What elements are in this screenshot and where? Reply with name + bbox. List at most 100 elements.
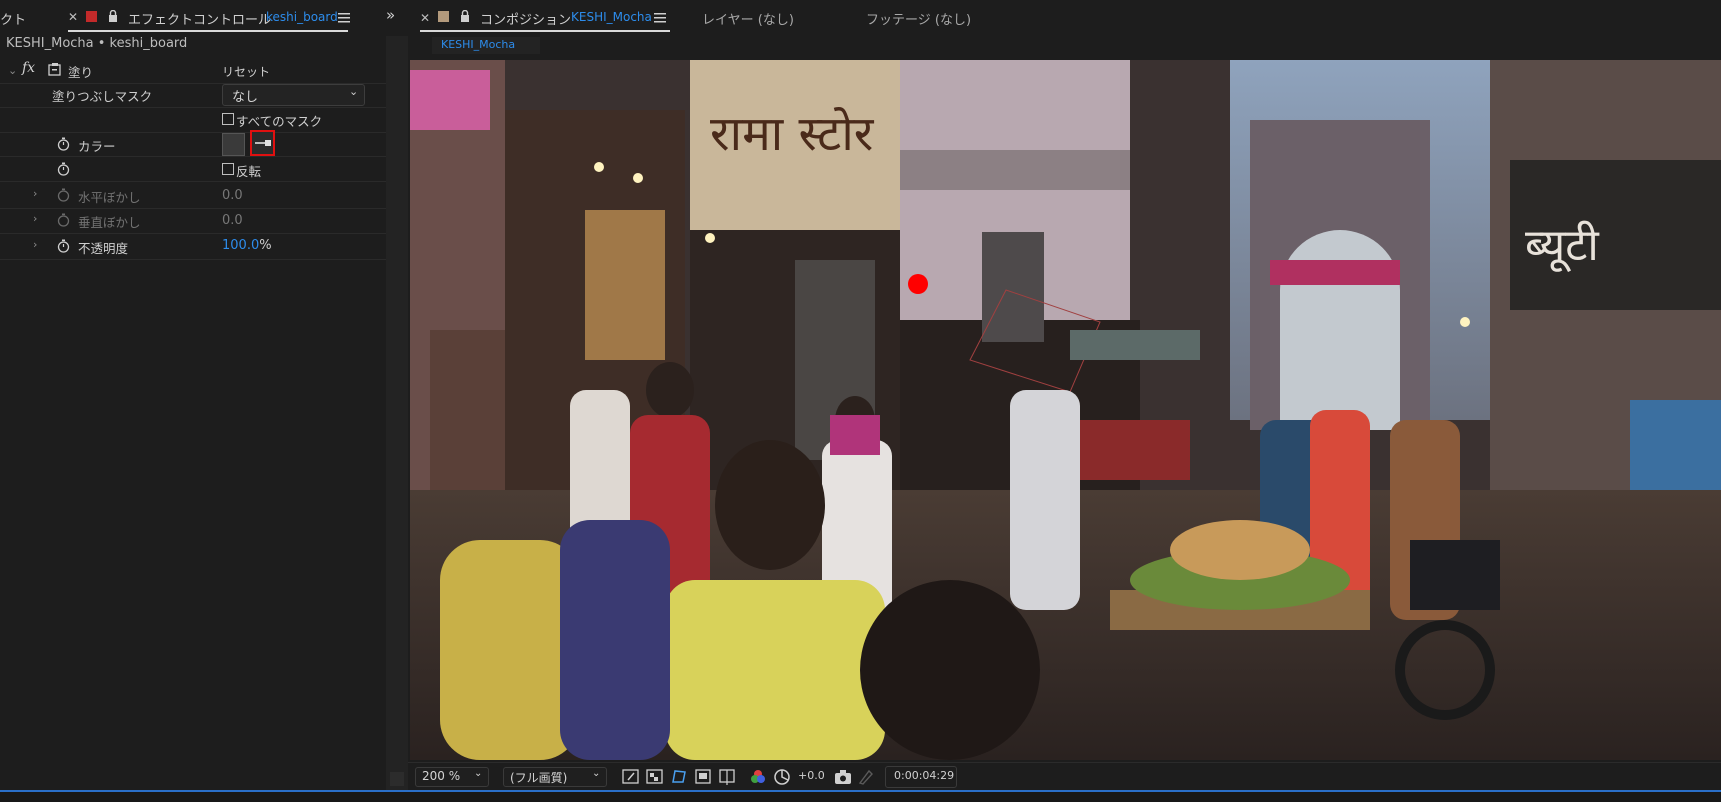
horizontal-blur-value[interactable]: 0.0 bbox=[222, 188, 243, 203]
person-head bbox=[646, 362, 694, 418]
vertical-blur-value[interactable]: 0.0 bbox=[222, 213, 243, 228]
left-panel-scrollbar[interactable] bbox=[386, 36, 408, 790]
lock-icon[interactable] bbox=[460, 10, 470, 22]
effect-name-label: 塗り bbox=[68, 65, 94, 80]
fill-mask-value: なし bbox=[232, 90, 259, 105]
layer-tab[interactable]: レイヤー (なし) bbox=[702, 9, 794, 28]
effect-controls-layer-name[interactable]: keshi_board bbox=[266, 10, 338, 24]
lock-icon[interactable] bbox=[108, 10, 118, 22]
reset-link[interactable]: リセット bbox=[222, 63, 270, 80]
panel-menu-icon[interactable] bbox=[654, 13, 666, 23]
invert-checkbox[interactable] bbox=[222, 163, 234, 175]
light-bulb bbox=[1460, 317, 1470, 327]
show-snapshot-icon[interactable] bbox=[857, 768, 875, 786]
close-tab-icon[interactable]: ✕ bbox=[420, 11, 430, 25]
effect-preset-icon bbox=[48, 63, 61, 76]
motorbike-body bbox=[1410, 540, 1500, 610]
fill-mask-label: 塗りつぶしマスク bbox=[52, 89, 153, 104]
chevron-down-icon: ⌄ bbox=[474, 768, 483, 779]
close-tab-icon[interactable]: ✕ bbox=[68, 10, 78, 24]
blurred-person-blue bbox=[560, 520, 670, 760]
viewer-toolbar: 200 % ⌄ (フル画質) ⌄ +0.0 0:00:04:29 bbox=[408, 762, 1721, 791]
horizontal-blur-label: 水平ぼかし bbox=[78, 190, 141, 205]
horizontal-blur-row: › 水平ぼかし 0.0 bbox=[0, 183, 386, 209]
effect-color-label-icon bbox=[86, 11, 97, 22]
light-bulb bbox=[705, 233, 715, 243]
stopwatch-icon[interactable] bbox=[57, 188, 70, 202]
effect-controls-tab-bar: クト ✕ エフェクトコントロール keshi_board » bbox=[0, 0, 395, 36]
timecode-field[interactable]: 0:00:04:29 bbox=[885, 766, 957, 788]
reset-exposure-icon[interactable] bbox=[773, 768, 791, 786]
eyedropper-button[interactable] bbox=[250, 130, 275, 156]
opacity-value-group: 100.0% bbox=[222, 238, 272, 253]
foreground-head-right bbox=[860, 580, 1040, 760]
channel-rgb-icon[interactable] bbox=[749, 768, 767, 786]
color-label: カラー bbox=[78, 139, 116, 154]
keshi-board bbox=[982, 232, 1044, 342]
fruit-pile-top bbox=[1170, 520, 1310, 580]
resolution-select[interactable]: (フル画質) ⌄ bbox=[503, 767, 607, 787]
invert-row: 反転 bbox=[0, 157, 386, 182]
camera-snapshot-icon[interactable] bbox=[834, 768, 852, 786]
stopwatch-icon[interactable] bbox=[57, 213, 70, 227]
rickshaw-canopy bbox=[1070, 330, 1200, 360]
sign-lettering: रामा स्टोर bbox=[710, 106, 875, 162]
chevron-down-icon: ⌄ bbox=[592, 768, 601, 779]
composition-viewer[interactable]: रामा स्टोर ब्यूटी bbox=[410, 60, 1721, 760]
red-marker bbox=[908, 274, 928, 294]
opacity-label: 不透明度 bbox=[78, 241, 129, 256]
partial-project-tab[interactable]: クト bbox=[0, 9, 26, 28]
fill-mask-dropdown[interactable]: なし ⌄ bbox=[222, 84, 365, 106]
color-swatch[interactable] bbox=[222, 133, 245, 156]
expand-chevron-icon[interactable]: › bbox=[33, 187, 37, 200]
mask-path-visibility-icon[interactable] bbox=[670, 768, 688, 786]
stopwatch-icon[interactable] bbox=[57, 137, 70, 151]
light-bulb bbox=[594, 162, 604, 172]
expand-chevron-icon[interactable]: › bbox=[33, 238, 37, 251]
active-tab-underline bbox=[68, 30, 348, 32]
composition-subtab-label: KESHI_Mocha bbox=[441, 38, 516, 51]
fx-icon[interactable]: fx bbox=[22, 60, 35, 76]
zoom-value: 200 % bbox=[422, 769, 461, 783]
composition-name[interactable]: KESHI_Mocha bbox=[571, 10, 652, 24]
composition-tab-label[interactable]: コンポジション bbox=[480, 9, 571, 28]
composition-subtab[interactable]: KESHI_Mocha bbox=[432, 37, 540, 54]
pink-sign bbox=[410, 70, 490, 130]
collapse-effect-chevron-icon[interactable]: ⌄ bbox=[8, 64, 17, 77]
all-masks-checkbox[interactable] bbox=[222, 113, 234, 125]
person-striped-shirt bbox=[1010, 390, 1080, 610]
color-row: カラー bbox=[0, 132, 386, 157]
pink-scarf bbox=[830, 415, 880, 455]
vertical-blur-label: 垂直ぼかし bbox=[78, 215, 141, 230]
expand-chevron-icon[interactable]: › bbox=[33, 212, 37, 225]
exposure-value[interactable]: +0.0 bbox=[798, 769, 825, 782]
effect-controls-tab-label[interactable]: エフェクトコントロール bbox=[128, 9, 271, 28]
opacity-row: › 不透明度 100.0% bbox=[0, 234, 386, 260]
grid-guides-icon[interactable] bbox=[718, 768, 736, 786]
expand-panels-icon[interactable]: » bbox=[386, 6, 395, 24]
zoom-select[interactable]: 200 % ⌄ bbox=[415, 767, 489, 787]
balcony bbox=[900, 150, 1130, 190]
light-bulb bbox=[633, 173, 643, 183]
rickshaw-seat bbox=[1080, 420, 1190, 480]
all-masks-row: すべてのマスク bbox=[0, 107, 386, 133]
foreground-yellow-shirt bbox=[665, 580, 885, 760]
stopwatch-icon[interactable] bbox=[57, 162, 70, 176]
region-of-interest-icon[interactable] bbox=[694, 768, 712, 786]
eyedropper-icon bbox=[255, 140, 271, 146]
panel-menu-icon[interactable] bbox=[338, 13, 350, 23]
banner bbox=[1270, 260, 1400, 285]
fast-preview-icon[interactable] bbox=[622, 768, 640, 786]
foreground-head bbox=[715, 440, 825, 570]
timecode-value: 0:00:04:29 bbox=[894, 769, 955, 782]
timeline-divider bbox=[0, 790, 1721, 802]
blurred-person bbox=[440, 540, 580, 760]
composition-tab-bar: ✕ コンポジション KESHI_Mocha レイヤー (なし) フッテージ (な… bbox=[408, 0, 1721, 36]
lit-shelves bbox=[585, 210, 665, 360]
stopwatch-icon[interactable] bbox=[57, 239, 70, 253]
footage-tab[interactable]: フッテージ (なし) bbox=[866, 9, 971, 28]
right-sign-lettering: ब्यूटी bbox=[1525, 220, 1600, 273]
opacity-value[interactable]: 100.0 bbox=[222, 238, 259, 253]
transparency-grid-icon[interactable] bbox=[646, 768, 664, 786]
invert-label: 反転 bbox=[236, 164, 262, 179]
